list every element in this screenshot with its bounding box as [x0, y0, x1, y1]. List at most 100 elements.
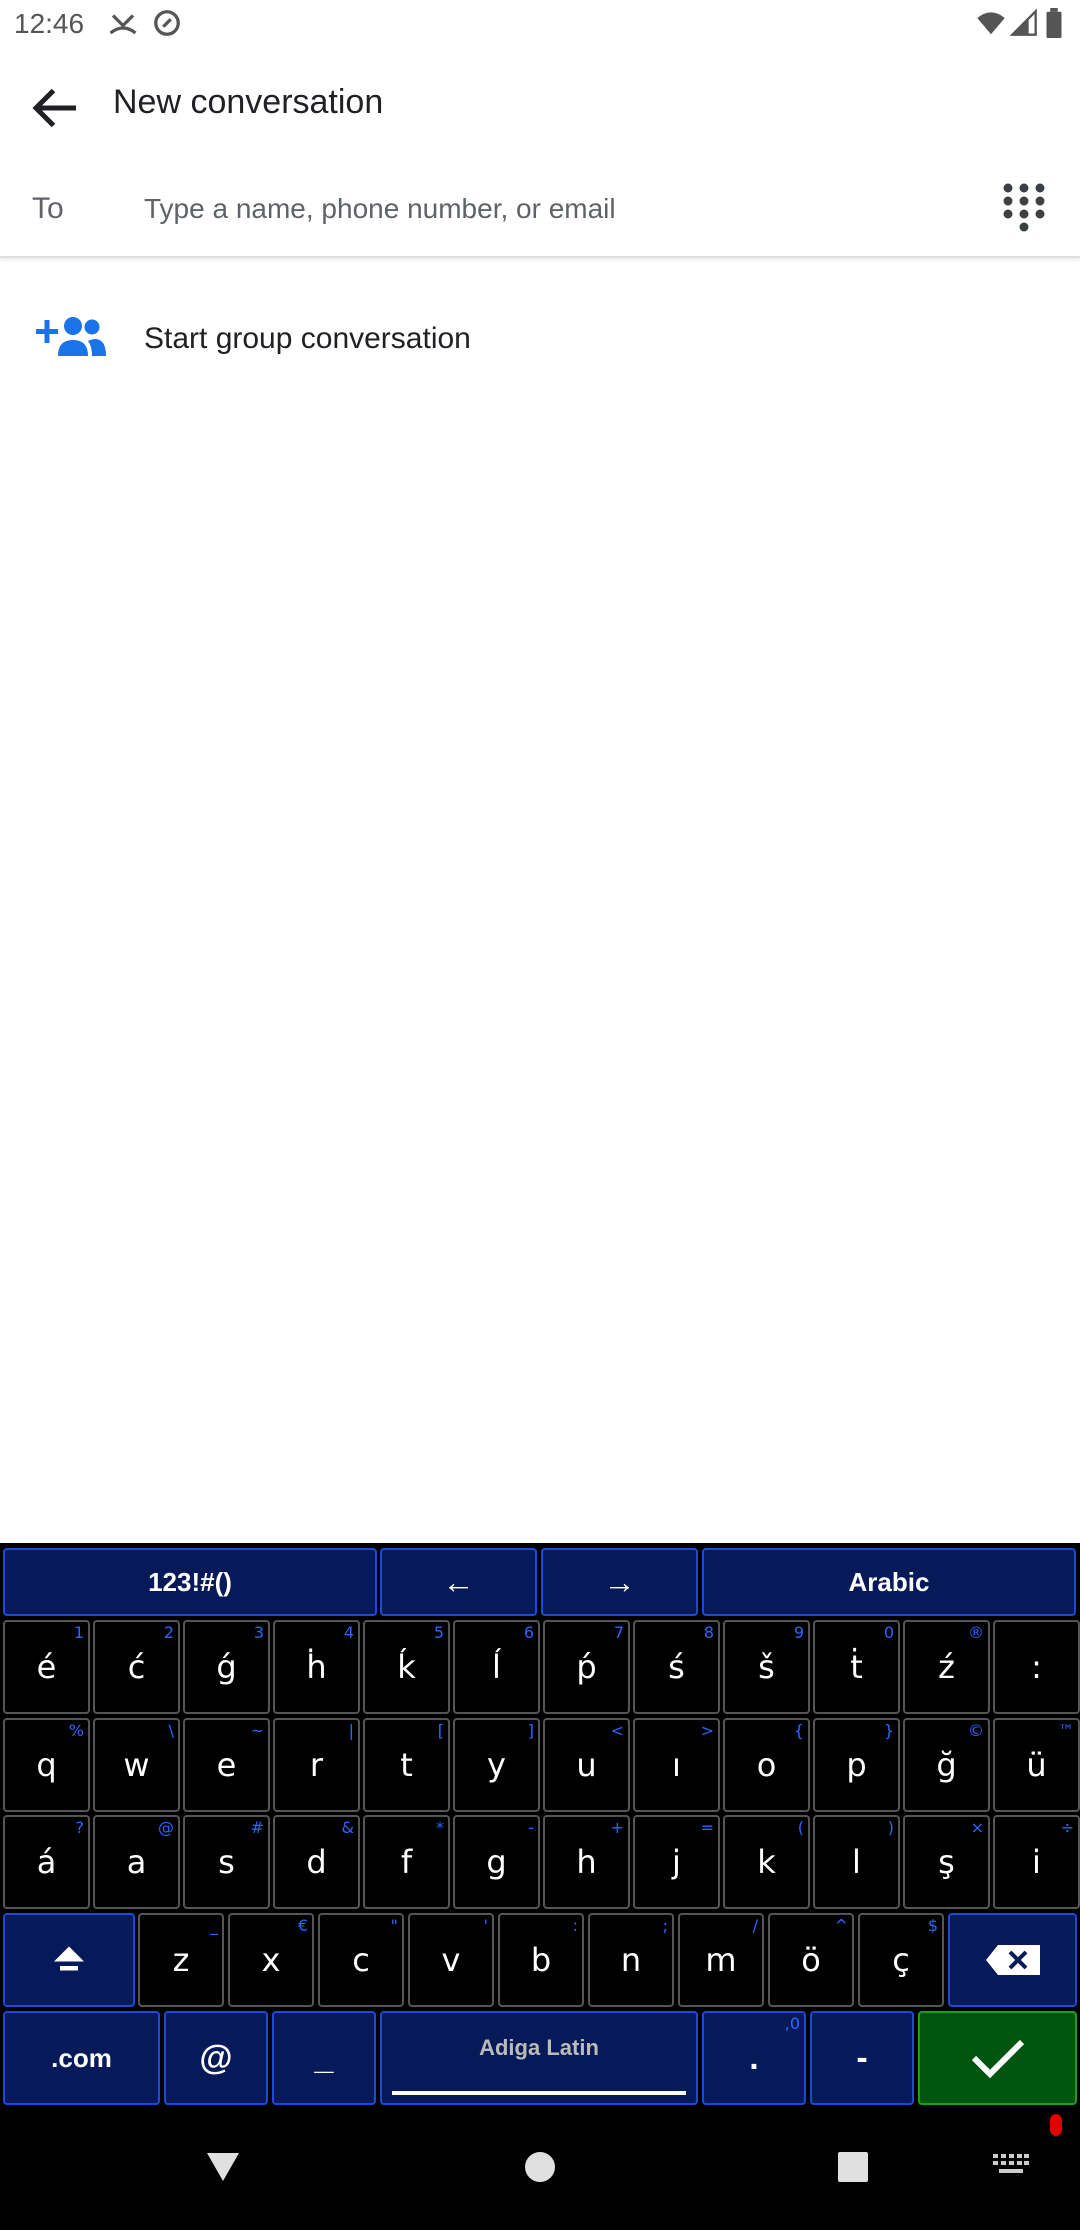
- cursor-left-key[interactable]: ←: [380, 1548, 537, 1616]
- key-row3-9[interactable]: l): [813, 1815, 900, 1909]
- recipient-input[interactable]: [142, 180, 986, 238]
- at-key[interactable]: @: [164, 2011, 268, 2105]
- space-key[interactable]: Adiga Latin: [380, 2011, 698, 2105]
- dotcom-key[interactable]: .com: [3, 2011, 160, 2105]
- nav-home-icon[interactable]: [524, 2151, 556, 2183]
- key-row4-7[interactable]: ö ^: [768, 1913, 854, 2007]
- backspace-key[interactable]: [948, 1913, 1077, 2007]
- key-row4-3[interactable]: v ': [408, 1913, 494, 2007]
- key-row1-7[interactable]: ś8: [633, 1620, 720, 1714]
- key-label: ḱ: [397, 1648, 416, 1686]
- key-label: l: [852, 1843, 861, 1881]
- key-label: b: [530, 1941, 552, 1979]
- key-row3-8[interactable]: k(: [723, 1815, 810, 1909]
- key-hint: 0: [883, 1623, 894, 1642]
- key-row2-5[interactable]: y]: [453, 1718, 540, 1812]
- key-row4-2[interactable]: c ": [318, 1913, 404, 2007]
- key-row1-9[interactable]: ṫ0: [813, 1620, 900, 1714]
- key-label: o: [756, 1746, 777, 1784]
- key-hint: %: [68, 1721, 84, 1740]
- key-label: c: [352, 1941, 370, 1979]
- language-switch-key[interactable]: Arabic: [702, 1548, 1076, 1616]
- key-hint: 7: [613, 1623, 624, 1642]
- key-label: w: [123, 1746, 150, 1784]
- space-key-label: Adiga Latin: [479, 2035, 599, 2060]
- key-label: š: [758, 1648, 775, 1686]
- key-row2-8[interactable]: o{: [723, 1718, 810, 1812]
- key-row4-1[interactable]: x €: [228, 1913, 314, 2007]
- period-hint: ,0: [784, 2014, 800, 2033]
- key-row3-11[interactable]: i ÷: [993, 1815, 1080, 1909]
- key-row1-11[interactable]: :: [993, 1620, 1080, 1714]
- key-row2-0[interactable]: q%: [3, 1718, 90, 1812]
- key-row3-4[interactable]: f *: [363, 1815, 450, 1909]
- key-row1-2[interactable]: ǵ3: [183, 1620, 270, 1714]
- key-row2-7[interactable]: ı >: [633, 1718, 720, 1812]
- nav-back-icon[interactable]: [205, 2151, 241, 2183]
- key-hint: (: [797, 1818, 804, 1837]
- key-row4-5[interactable]: n;: [588, 1913, 674, 2007]
- shift-key[interactable]: [3, 1913, 135, 2007]
- cursor-right-key[interactable]: →: [541, 1548, 698, 1616]
- dash-key[interactable]: -: [810, 2011, 914, 2105]
- key-row1-3[interactable]: ḣ4: [273, 1620, 360, 1714]
- key-row2-6[interactable]: u <: [543, 1718, 630, 1812]
- key-row3-5[interactable]: g-: [453, 1815, 540, 1909]
- period-key[interactable]: . ,0: [702, 2011, 806, 2105]
- back-button[interactable]: [26, 78, 86, 138]
- group-label: Start group conversation: [144, 322, 471, 355]
- key-hint: _: [210, 1916, 218, 1935]
- key-row3-7[interactable]: j =: [633, 1815, 720, 1909]
- key-row3-3[interactable]: d &: [273, 1815, 360, 1909]
- key-row2-2[interactable]: e ~: [183, 1718, 270, 1812]
- key-label: ı: [672, 1746, 681, 1784]
- key-row2-3[interactable]: r |: [273, 1718, 360, 1812]
- enter-key[interactable]: [918, 2011, 1077, 2105]
- left-arrow-icon: ←: [442, 1563, 475, 1600]
- key-row3-1[interactable]: a @: [93, 1815, 180, 1909]
- symbols-key[interactable]: 123!#(): [3, 1548, 377, 1616]
- dialpad-button[interactable]: [1000, 182, 1048, 234]
- key-row2-4[interactable]: t[: [363, 1718, 450, 1812]
- underscore-key[interactable]: _: [272, 2011, 376, 2105]
- key-label: g: [486, 1843, 507, 1881]
- to-label: To: [32, 192, 64, 225]
- key-row2-9[interactable]: p}: [813, 1718, 900, 1812]
- nav-recents-icon[interactable]: [838, 2152, 868, 2182]
- key-row2-10[interactable]: ğ ©: [903, 1718, 990, 1812]
- key-row1-10[interactable]: ź ®: [903, 1620, 990, 1714]
- key-label: ç: [892, 1941, 910, 1979]
- right-arrow-icon: →: [603, 1563, 636, 1600]
- key-label: á: [36, 1843, 57, 1881]
- key-row3-10[interactable]: ş ×: [903, 1815, 990, 1909]
- key-label: ş: [938, 1843, 955, 1881]
- key-hint: &: [341, 1818, 354, 1837]
- key-row1-5[interactable]: ĺ6: [453, 1620, 540, 1714]
- key-row3-0[interactable]: á?: [3, 1815, 90, 1909]
- key-row2-1[interactable]: w \: [93, 1718, 180, 1812]
- key-hint: -: [528, 1818, 534, 1837]
- key-row1-1[interactable]: ć2: [93, 1620, 180, 1714]
- start-group-conversation[interactable]: Start group conversation: [0, 290, 1080, 390]
- key-row2-11[interactable]: ü ™: [993, 1718, 1080, 1812]
- status-time: 12:46: [14, 8, 85, 39]
- key-row1-0[interactable]: é1: [3, 1620, 90, 1714]
- recording-indicator-icon: [1050, 2114, 1062, 2136]
- key-hint: 5: [433, 1623, 444, 1642]
- key-label: ü: [1026, 1746, 1047, 1784]
- key-row1-8[interactable]: š9: [723, 1620, 810, 1714]
- key-row3-6[interactable]: h +: [543, 1815, 630, 1909]
- page-title: New conversation: [113, 83, 384, 121]
- key-label: ğ: [936, 1746, 957, 1784]
- key-row4-4[interactable]: b:: [498, 1913, 584, 2007]
- dash-label: -: [856, 2038, 868, 2077]
- key-row3-2[interactable]: s #: [183, 1815, 270, 1909]
- key-row4-8[interactable]: ç $: [858, 1913, 944, 2007]
- key-row1-4[interactable]: ḱ5: [363, 1620, 450, 1714]
- key-row1-6[interactable]: ṕ7: [543, 1620, 630, 1714]
- recipient-row: To: [0, 160, 1080, 258]
- key-label: h: [576, 1843, 597, 1881]
- key-row4-0[interactable]: z _: [138, 1913, 224, 2007]
- keyboard-icon[interactable]: [993, 2154, 1029, 2178]
- key-row4-6[interactable]: m /: [678, 1913, 764, 2007]
